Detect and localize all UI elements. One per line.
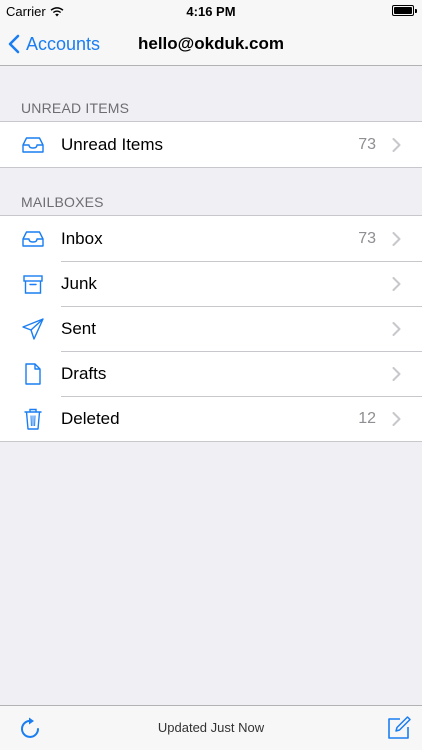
row-count: 73 [358,229,376,247]
mailbox-row-inbox[interactable]: Inbox 73 [0,216,422,261]
update-status-text: Updated Just Now [157,720,265,735]
bottom-toolbar: Updated Just Now [0,705,422,750]
row-label: Inbox [61,228,103,248]
paper-plane-icon [21,317,45,341]
row-count: 12 [358,409,376,427]
mailboxes-group: Inbox 73 Junk Sent Drafts Deleted 12 [0,215,422,442]
row-count: 73 [358,135,376,153]
inbox-tray-icon [21,227,45,251]
status-time: 4:16 PM [186,4,236,19]
mailbox-row-deleted[interactable]: Deleted 12 [0,396,422,441]
chevron-right-icon [392,231,401,246]
mailbox-row-junk[interactable]: Junk [0,261,422,306]
section-header-unread: UNREAD ITEMS [21,100,130,116]
chevron-right-icon [392,411,401,426]
mailbox-row-sent[interactable]: Sent [0,306,422,351]
row-label: Deleted [61,408,120,428]
tray-icon [21,133,45,157]
trash-icon [21,407,45,431]
status-bar: Carrier 4:16 PM [0,0,422,22]
battery-icon [392,5,417,16]
navigation-bar: Accounts hello@okduk.com [0,22,422,66]
unread-items-group: Unread Items 73 [0,121,422,168]
page-title: hello@okduk.com [138,34,284,53]
document-icon [21,362,45,386]
chevron-right-icon [392,137,401,152]
chevron-right-icon [392,321,401,336]
unread-items-row[interactable]: Unread Items 73 [0,122,422,167]
row-label: Drafts [61,363,107,383]
section-header-mailboxes: MAILBOXES [21,194,104,210]
row-label: Sent [61,318,96,338]
compose-icon[interactable] [386,715,412,741]
row-label: Junk [61,273,97,293]
chevron-right-icon [392,276,401,291]
mailbox-row-drafts[interactable]: Drafts [0,351,422,396]
chevron-right-icon [392,366,401,381]
archive-box-icon [21,272,45,296]
row-label: Unread Items [61,134,164,154]
